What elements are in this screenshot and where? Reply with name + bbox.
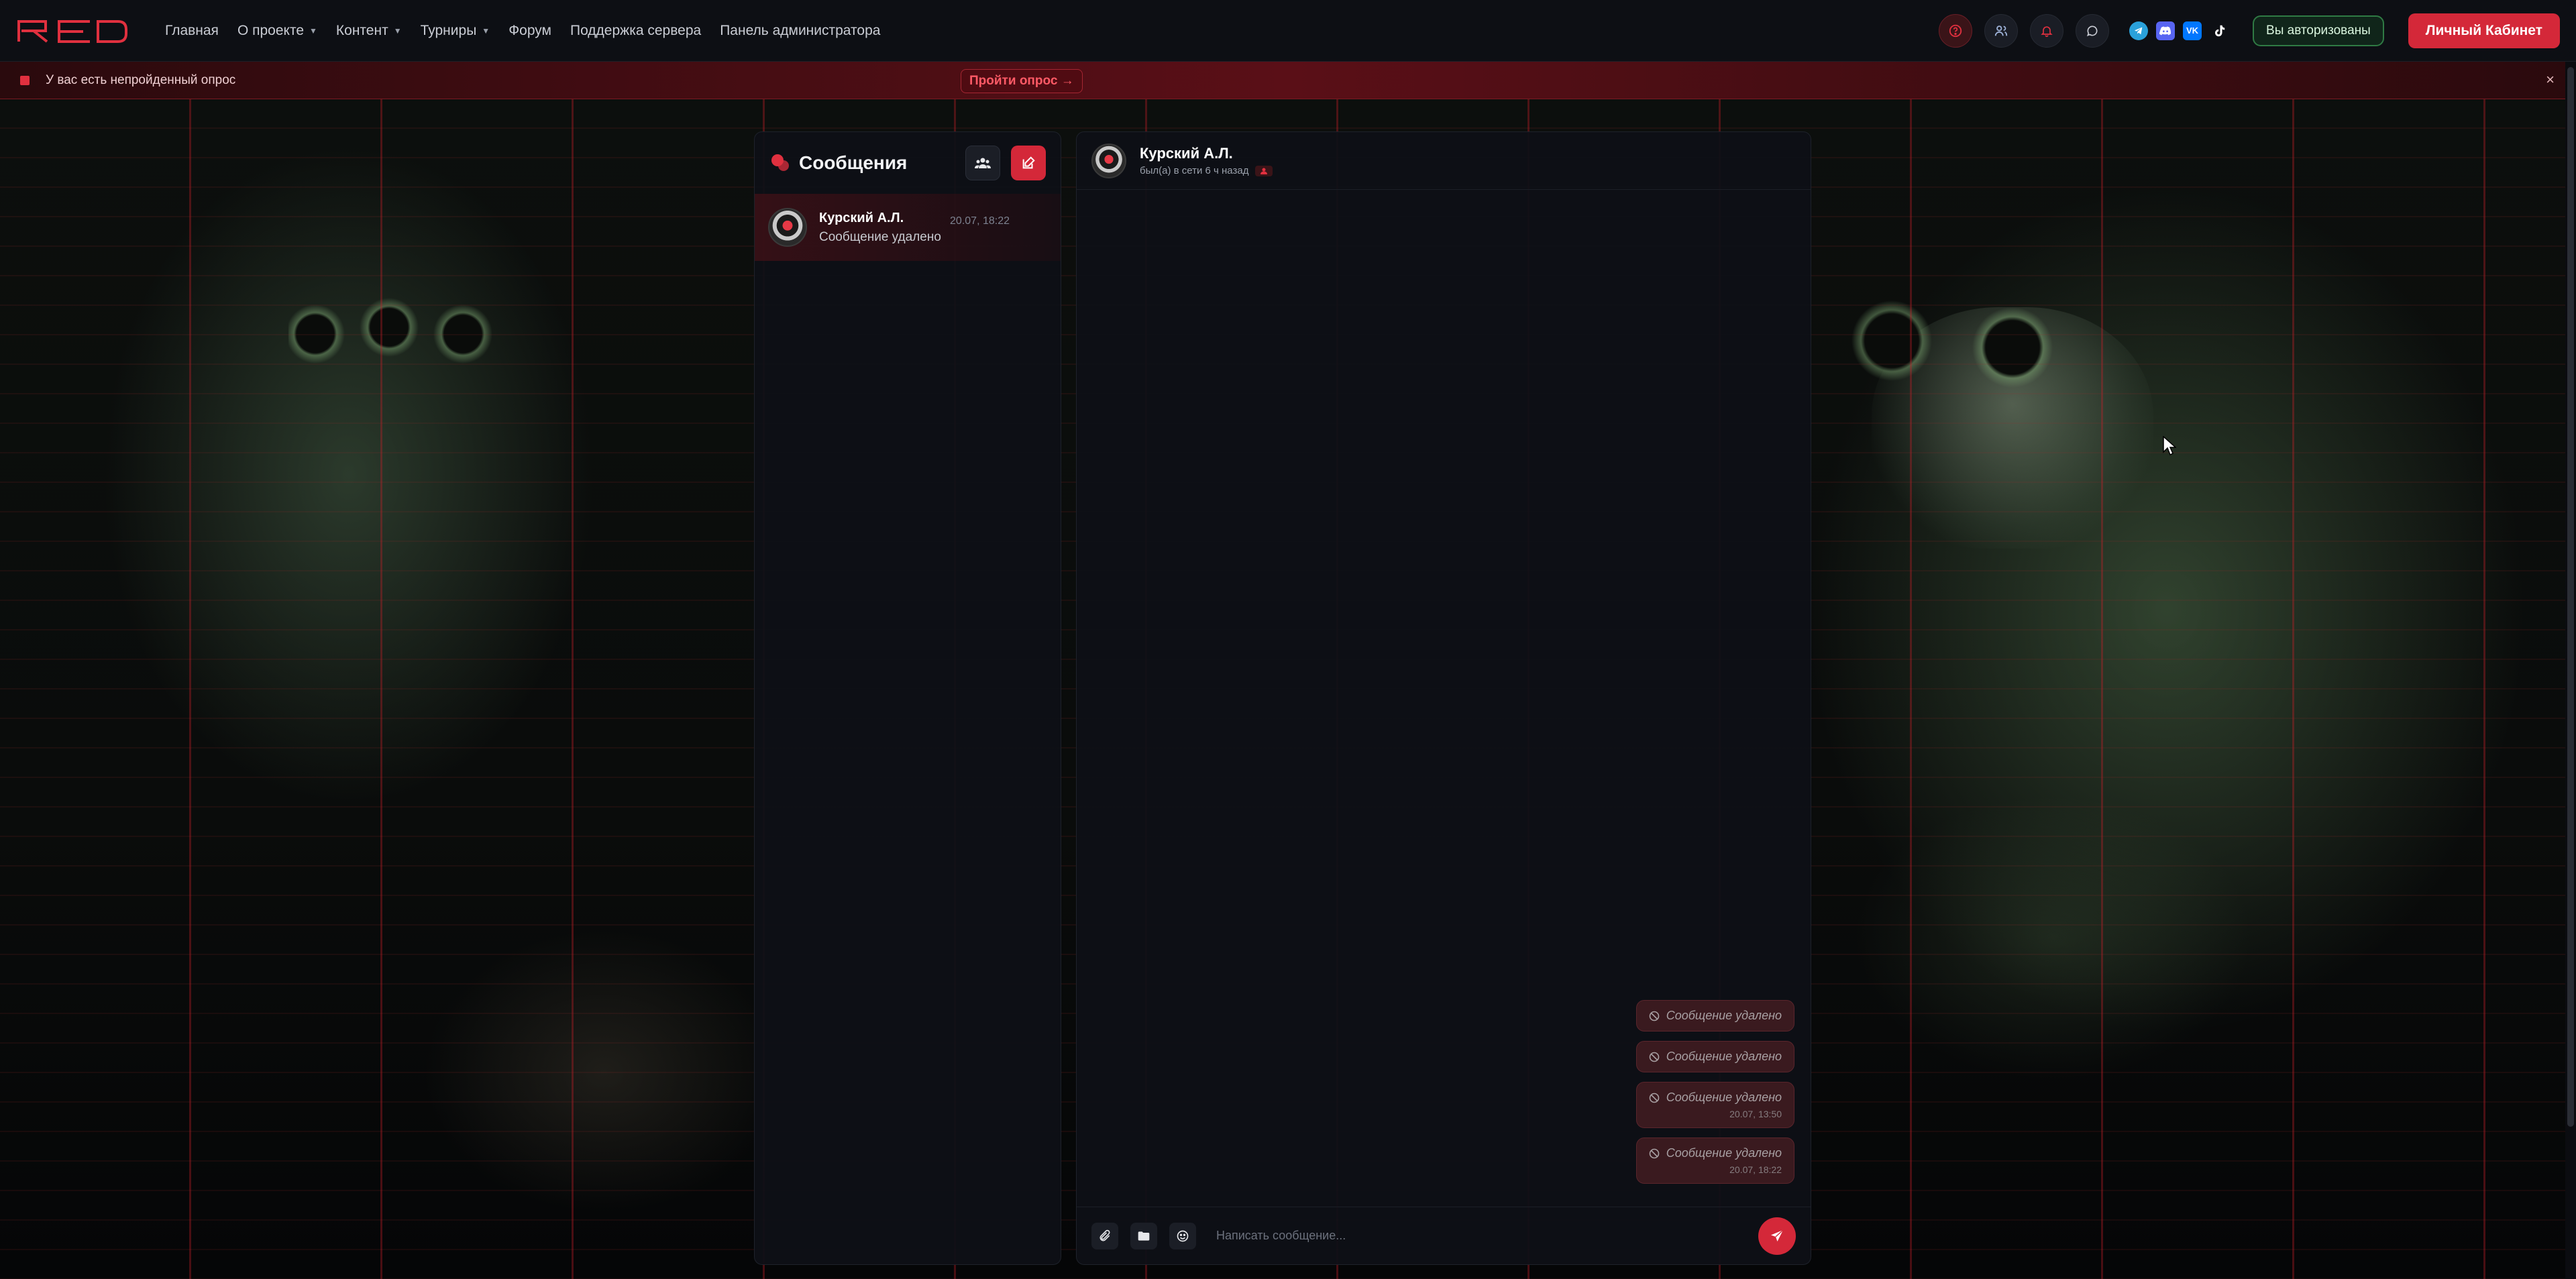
conversation-item[interactable]: Курский А.Л. Сообщение удалено 20.07, 18… xyxy=(755,194,1061,261)
user-badge-icon xyxy=(1255,165,1273,176)
emoji-button[interactable] xyxy=(1169,1222,1196,1249)
help-icon xyxy=(1949,24,1962,37)
main-nav: Главная О проекте ▼ Контент ▼ Турниры ▼ Фор… xyxy=(156,23,890,39)
message-text: Сообщение удалено xyxy=(1666,1050,1782,1063)
deleted-icon xyxy=(1649,1148,1660,1158)
paperclip-icon xyxy=(1099,1229,1110,1241)
auth-status-badge: Вы авторизованы xyxy=(2253,15,2384,46)
group-icon xyxy=(975,158,991,168)
send-icon xyxy=(1771,1229,1784,1241)
chat-header: Курский А.Л. был(а) в сети 6 ч назад xyxy=(1077,132,1811,190)
bell-icon xyxy=(2041,25,2053,37)
messages-panel: Сообщения Курский А.Л. Сообщение удалено… xyxy=(754,131,1061,1265)
nav-admin-panel[interactable]: Панель администратора xyxy=(710,23,890,39)
message-bubble[interactable]: Сообщение удалено 20.07, 13:50 xyxy=(1635,1082,1794,1128)
nav-about[interactable]: О проекте ▼ xyxy=(228,23,327,39)
conversation-name: Курский А.Л. xyxy=(819,210,904,225)
mouse-cursor-icon xyxy=(2163,436,2176,456)
deleted-icon xyxy=(1649,1093,1660,1103)
message-bubble[interactable]: Сообщение удалено xyxy=(1635,1041,1794,1072)
close-icon[interactable]: × xyxy=(2546,71,2555,89)
chat-bubble-icon xyxy=(2087,25,2098,36)
chat-bubbles-icon xyxy=(771,154,789,171)
chevron-down-icon: ▼ xyxy=(393,25,402,36)
message-text: Сообщение удалено xyxy=(1666,1146,1782,1160)
take-poll-button[interactable]: Пройти опрос → xyxy=(961,69,1083,93)
avatar[interactable] xyxy=(1091,143,1126,178)
nav-tournaments[interactable]: Турниры ▼ xyxy=(411,23,500,39)
tiktok-icon[interactable] xyxy=(2210,21,2229,40)
folder-icon xyxy=(1138,1231,1150,1241)
message-text: Сообщение удалено xyxy=(1666,1009,1782,1022)
deleted-icon xyxy=(1649,1052,1660,1062)
friends-button[interactable] xyxy=(1984,13,2019,48)
topbar-actions: VK Вы авторизованы Личный Кабинет xyxy=(1939,13,2560,48)
smiley-icon xyxy=(1177,1230,1189,1241)
message-composer xyxy=(1077,1207,1811,1264)
message-time: 20.07, 18:22 xyxy=(1729,1164,1782,1175)
personal-cabinet-button[interactable]: Личный Кабинет xyxy=(2408,13,2560,48)
social-links: VK xyxy=(2129,21,2229,40)
conversation-preview: Сообщение удалено xyxy=(819,229,941,244)
users-icon xyxy=(1994,25,2008,36)
chat-contact-name[interactable]: Курский А.Л. xyxy=(1140,145,1273,162)
message-input[interactable] xyxy=(1208,1220,1746,1252)
scrollbar-thumb[interactable] xyxy=(2567,67,2574,1127)
help-button[interactable] xyxy=(1939,13,1973,48)
page-scrollbar[interactable] xyxy=(2565,62,2576,1279)
last-seen-text: был(а) в сети 6 ч назад xyxy=(1140,165,1249,176)
chat-contact-status: был(а) в сети 6 ч назад xyxy=(1140,165,1273,176)
message-bubble[interactable]: Сообщение удалено xyxy=(1635,1000,1794,1032)
notifications-button[interactable] xyxy=(2030,13,2064,48)
new-message-button[interactable] xyxy=(1011,146,1046,180)
messages-panel-header: Сообщения xyxy=(755,132,1061,194)
poll-banner: У вас есть непройденный опрос Пройти опр… xyxy=(0,62,2576,99)
red-logo[interactable] xyxy=(16,16,129,46)
messages-button[interactable] xyxy=(2076,13,2110,48)
discord-icon[interactable] xyxy=(2156,21,2176,40)
poll-indicator-icon xyxy=(20,75,30,85)
compose-icon xyxy=(1022,156,1035,169)
nav-content[interactable]: Контент ▼ xyxy=(327,23,411,39)
group-chat-button[interactable] xyxy=(965,146,1000,180)
message-text: Сообщение удалено xyxy=(1666,1091,1782,1104)
nav-forum[interactable]: Форум xyxy=(499,23,561,39)
chevron-down-icon: ▼ xyxy=(309,25,317,36)
poll-banner-text: У вас есть непройденный опрос xyxy=(46,72,236,87)
chat-panel: Курский А.Л. был(а) в сети 6 ч назад Соо… xyxy=(1076,131,1811,1265)
top-navbar: Главная О проекте ▼ Контент ▼ Турниры ▼ Фор… xyxy=(0,0,2576,62)
avatar xyxy=(768,208,807,247)
telegram-icon[interactable] xyxy=(2129,21,2149,40)
send-button[interactable] xyxy=(1758,1217,1796,1255)
message-list: Сообщение удалено Сообщение удалено Сооб… xyxy=(1635,1000,1794,1184)
nav-support[interactable]: Поддержка сервера xyxy=(561,23,710,39)
folder-button[interactable] xyxy=(1130,1222,1157,1249)
chevron-down-icon: ▼ xyxy=(482,25,490,36)
message-time: 20.07, 13:50 xyxy=(1729,1109,1782,1119)
messages-title: Сообщения xyxy=(799,152,908,173)
attach-button[interactable] xyxy=(1091,1222,1118,1249)
deleted-icon xyxy=(1649,1011,1660,1021)
vk-icon[interactable]: VK xyxy=(2183,21,2202,40)
conversation-time: 20.07, 18:22 xyxy=(950,215,1010,227)
message-bubble[interactable]: Сообщение удалено 20.07, 18:22 xyxy=(1635,1137,1794,1184)
nav-home[interactable]: Главная xyxy=(156,23,228,39)
